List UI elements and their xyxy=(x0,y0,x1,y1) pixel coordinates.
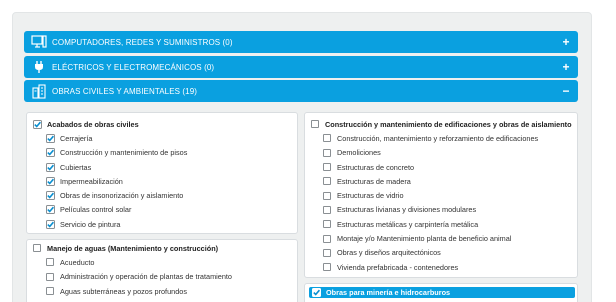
group-acabados: Acabados de obras civiles Cerrajería Cons… xyxy=(26,112,298,234)
checkbox-label: Acueducto xyxy=(60,257,95,267)
plug-icon xyxy=(28,56,50,78)
checkbox-label: Cerrajería xyxy=(60,133,93,143)
checkbox-label: Obras de insonorización y aislamiento xyxy=(60,191,184,201)
checkbox-label: Estructuras de vidrio xyxy=(337,191,404,201)
checkbox-label: Estructuras livianas y divisiones modula… xyxy=(337,205,477,215)
computer-icon xyxy=(28,31,50,53)
checkbox-item[interactable]: Vivienda prefabricada - contenedores xyxy=(323,260,577,274)
group-title: Acabados de obras civiles xyxy=(47,119,139,129)
category-obras-civiles[interactable]: OBRAS CIVILES Y AMBIENTALES (19) − xyxy=(24,80,578,102)
checkbox-label: Obras y diseños arquitectónicos xyxy=(337,248,441,258)
checkbox-checked-icon[interactable] xyxy=(46,176,55,186)
expand-icon[interactable]: + xyxy=(556,35,576,49)
group-header[interactable]: Acabados de obras civiles xyxy=(33,117,297,131)
checkbox-unchecked-icon[interactable] xyxy=(311,120,319,129)
checkbox-item[interactable]: Montaje y/o Mantenimiento planta de bene… xyxy=(323,231,577,245)
checkbox-item[interactable]: Cubiertas xyxy=(46,160,297,174)
category-label: OBRAS CIVILES Y AMBIENTALES (19) xyxy=(52,86,198,96)
checkbox-label: Construcción, mantenimiento y reforzamie… xyxy=(337,133,539,143)
group-construccion: Construcción y mantenimiento de edificac… xyxy=(304,112,578,278)
checkbox-item[interactable]: Aguas subterráneas y pozos profundos xyxy=(46,284,297,298)
checkbox-item[interactable]: Construcción y mantenimiento de pisos xyxy=(46,146,297,160)
group-mineria: Obras para minería e hidrocarburos xyxy=(304,283,578,302)
checkbox-label: Servicio de pintura xyxy=(60,219,121,229)
collapse-icon[interactable]: − xyxy=(556,84,576,98)
checkbox-item[interactable]: Acueducto xyxy=(46,255,297,269)
checkbox-checked-icon[interactable] xyxy=(46,162,55,172)
checkbox-checked-icon[interactable] xyxy=(46,133,55,143)
checkbox-unchecked-icon[interactable] xyxy=(323,220,331,229)
checkbox-unchecked-icon[interactable] xyxy=(46,272,54,281)
checkbox-item[interactable]: Estructuras de concreto xyxy=(323,160,577,174)
checkbox-unchecked-icon[interactable] xyxy=(323,191,331,200)
checkbox-unchecked-icon[interactable] xyxy=(323,205,331,214)
group-header[interactable]: Construcción y mantenimiento de edificac… xyxy=(311,117,577,131)
checkbox-item[interactable]: Estructuras de madera xyxy=(323,174,577,188)
checkbox-item[interactable]: Construcción, mantenimiento y reforzamie… xyxy=(323,131,577,145)
expand-icon[interactable]: + xyxy=(556,60,576,74)
checkbox-unchecked-icon[interactable] xyxy=(323,148,331,157)
checkbox-label: Cubiertas xyxy=(60,162,92,172)
checkbox-label: Construcción y mantenimiento de pisos xyxy=(60,148,188,158)
group-title: Obras para minería e hidrocarburos xyxy=(326,288,451,297)
checkbox-unchecked-icon[interactable] xyxy=(33,244,41,253)
building-icon xyxy=(28,80,50,102)
checkbox-unchecked-icon[interactable] xyxy=(46,258,54,267)
checkbox-label: Estructuras de concreto xyxy=(337,162,415,172)
checkbox-unchecked-icon[interactable] xyxy=(323,263,331,272)
checkbox-label: Montaje y/o Mantenimiento planta de bene… xyxy=(337,234,512,244)
checkbox-item[interactable]: Impermeabilización xyxy=(46,174,297,188)
checkbox-checked-icon[interactable] xyxy=(46,148,55,158)
category-label: ELÉCTRICOS Y ELECTROMECÁNICOS (0) xyxy=(52,62,215,72)
checkbox-label: Demoliciones xyxy=(337,148,381,158)
checkbox-label: Administración y operación de plantas de… xyxy=(60,272,232,282)
checkbox-item[interactable]: Estructuras de vidrio xyxy=(323,188,577,202)
checkbox-label: Aguas subterráneas y pozos profundos xyxy=(60,286,187,296)
checkbox-item[interactable]: Obras y diseños arquitectónicos xyxy=(323,246,577,260)
checkbox-unchecked-icon[interactable] xyxy=(323,234,331,243)
checkbox-unchecked-icon[interactable] xyxy=(323,177,331,186)
checkbox-label: Vivienda prefabricada - contenedores xyxy=(337,262,459,272)
checkbox-checked-icon[interactable] xyxy=(46,219,55,229)
checkbox-label: Impermeabilización xyxy=(60,176,123,186)
checkbox-label: Estructuras metálicas y carpintería metá… xyxy=(337,219,479,229)
checkbox-item[interactable]: Estructuras metálicas y carpintería metá… xyxy=(323,217,577,231)
checkbox-label: Películas control solar xyxy=(60,205,132,215)
checkbox-checked-icon[interactable] xyxy=(33,119,42,129)
checkbox-unchecked-icon[interactable] xyxy=(46,287,54,296)
checkbox-item[interactable]: Demoliciones xyxy=(323,146,577,160)
checkbox-label: Estructuras de madera xyxy=(337,176,411,186)
category-label: COMPUTADORES, REDES Y SUMINISTROS (0) xyxy=(52,37,233,47)
group-title: Manejo de aguas (Mantenimiento y constru… xyxy=(47,243,219,253)
group-header[interactable]: Obras para minería e hidrocarburos xyxy=(309,287,575,298)
checkbox-item[interactable]: Servicio de pintura xyxy=(46,217,297,231)
checkbox-unchecked-icon[interactable] xyxy=(323,163,331,172)
checkbox-item[interactable]: Películas control solar xyxy=(46,203,297,217)
group-header[interactable]: Manejo de aguas (Mantenimiento y constru… xyxy=(33,241,297,255)
checkbox-checked-icon[interactable] xyxy=(46,191,55,201)
checkbox-checked-icon[interactable] xyxy=(312,288,321,297)
group-title: Construcción y mantenimiento de edificac… xyxy=(325,119,572,129)
group-aguas: Manejo de aguas (Mantenimiento y constru… xyxy=(26,239,298,302)
checkbox-unchecked-icon[interactable] xyxy=(323,134,331,143)
checkbox-item[interactable]: Administración y operación de plantas de… xyxy=(46,270,297,284)
category-electricos[interactable]: ELÉCTRICOS Y ELECTROMECÁNICOS (0) + xyxy=(24,56,578,78)
checkbox-unchecked-icon[interactable] xyxy=(323,248,331,257)
checkbox-item[interactable]: Obras de insonorización y aislamiento xyxy=(46,188,297,202)
checkbox-checked-icon[interactable] xyxy=(46,205,55,215)
checkbox-item[interactable]: Cerrajería xyxy=(46,131,297,145)
category-computadores[interactable]: COMPUTADORES, REDES Y SUMINISTROS (0) + xyxy=(24,31,578,53)
checkbox-item[interactable]: Estructuras livianas y divisiones modula… xyxy=(323,203,577,217)
